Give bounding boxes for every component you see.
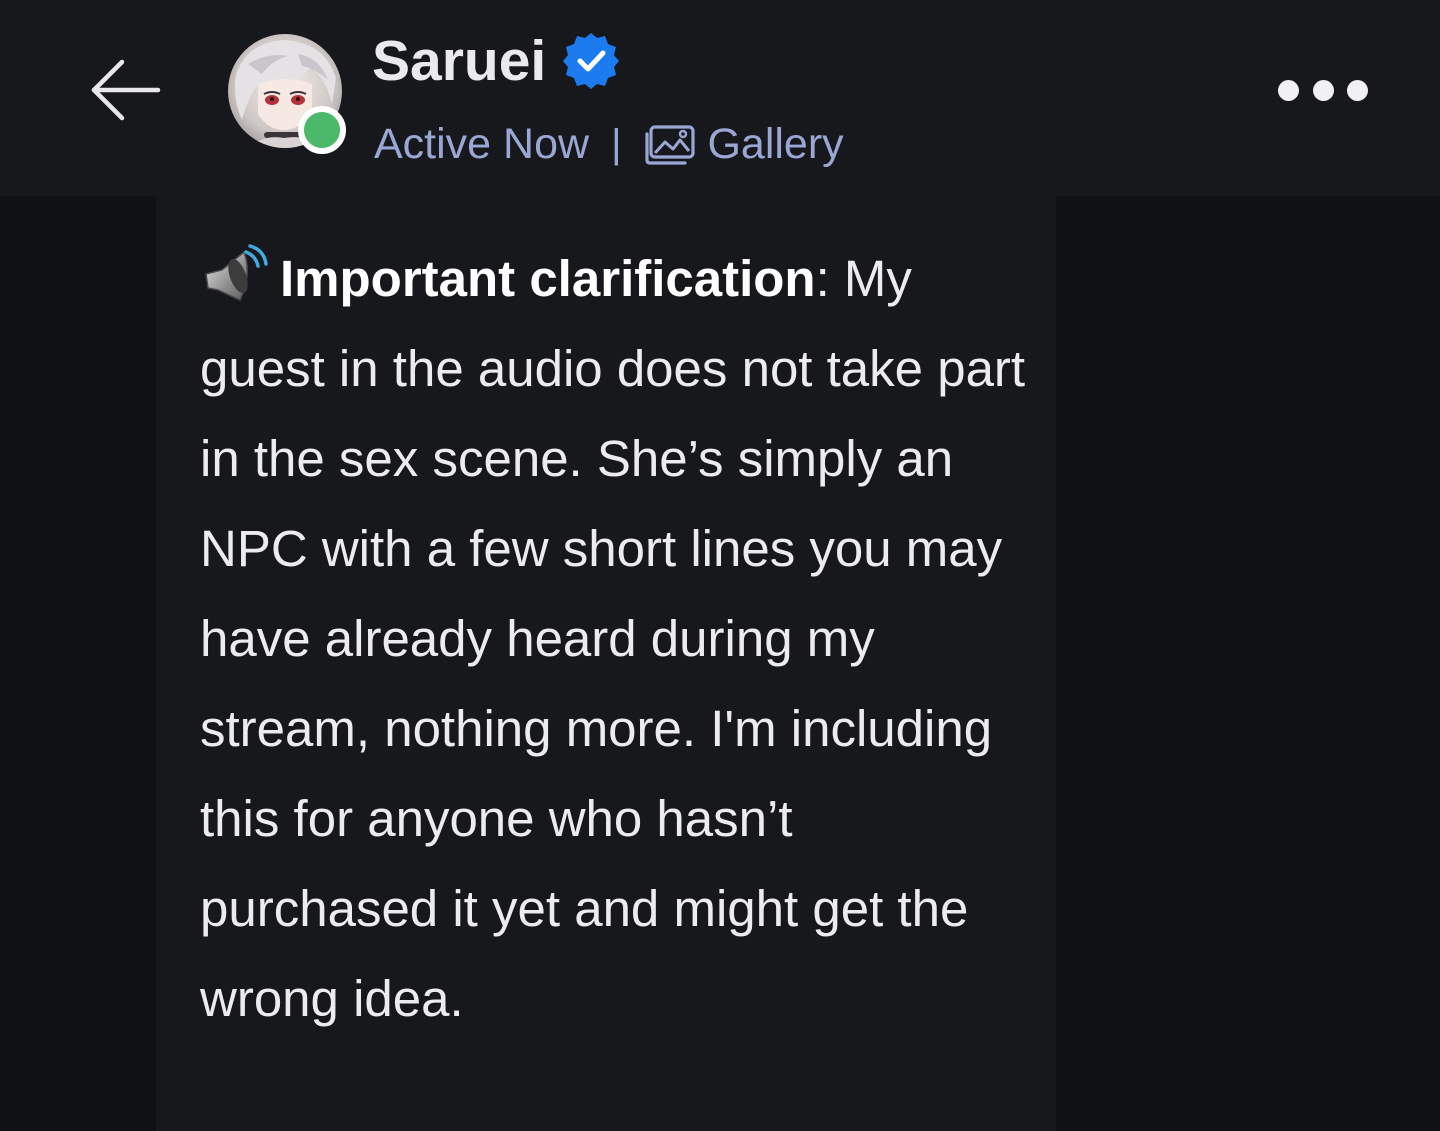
separator: | xyxy=(611,121,622,166)
verified-badge-icon xyxy=(563,33,620,89)
profile-subtitle: Active Now | Gallery xyxy=(374,114,844,174)
speaker-loud-icon xyxy=(205,244,268,301)
message-body: My guest in the audio does not take part… xyxy=(200,250,1026,1027)
message-title-suffix: : xyxy=(815,250,830,307)
active-status: Active Now xyxy=(374,119,590,168)
message-bubble: Important clarification: My guest in the… xyxy=(156,196,1056,1131)
gallery-label: Gallery xyxy=(707,119,844,168)
more-horizontal-icon xyxy=(1347,79,1368,101)
more-horizontal-icon xyxy=(1312,79,1334,101)
more-horizontal-icon xyxy=(1278,79,1299,101)
more-options-button[interactable] xyxy=(1278,70,1368,110)
message-title: Important clarification xyxy=(280,250,816,307)
chat-header: Saruei Active Now | Gallery xyxy=(0,0,1440,196)
gallery-link[interactable]: Gallery xyxy=(643,119,844,169)
profile-name[interactable]: Saruei xyxy=(372,28,546,94)
profile-name-row: Saruei xyxy=(372,26,622,96)
back-button[interactable] xyxy=(80,48,170,132)
online-status-indicator xyxy=(298,106,346,154)
image-gallery-icon xyxy=(645,125,696,165)
arrow-left-icon xyxy=(91,59,161,121)
message-text: Important clarification: My guest in the… xyxy=(200,234,1030,1044)
